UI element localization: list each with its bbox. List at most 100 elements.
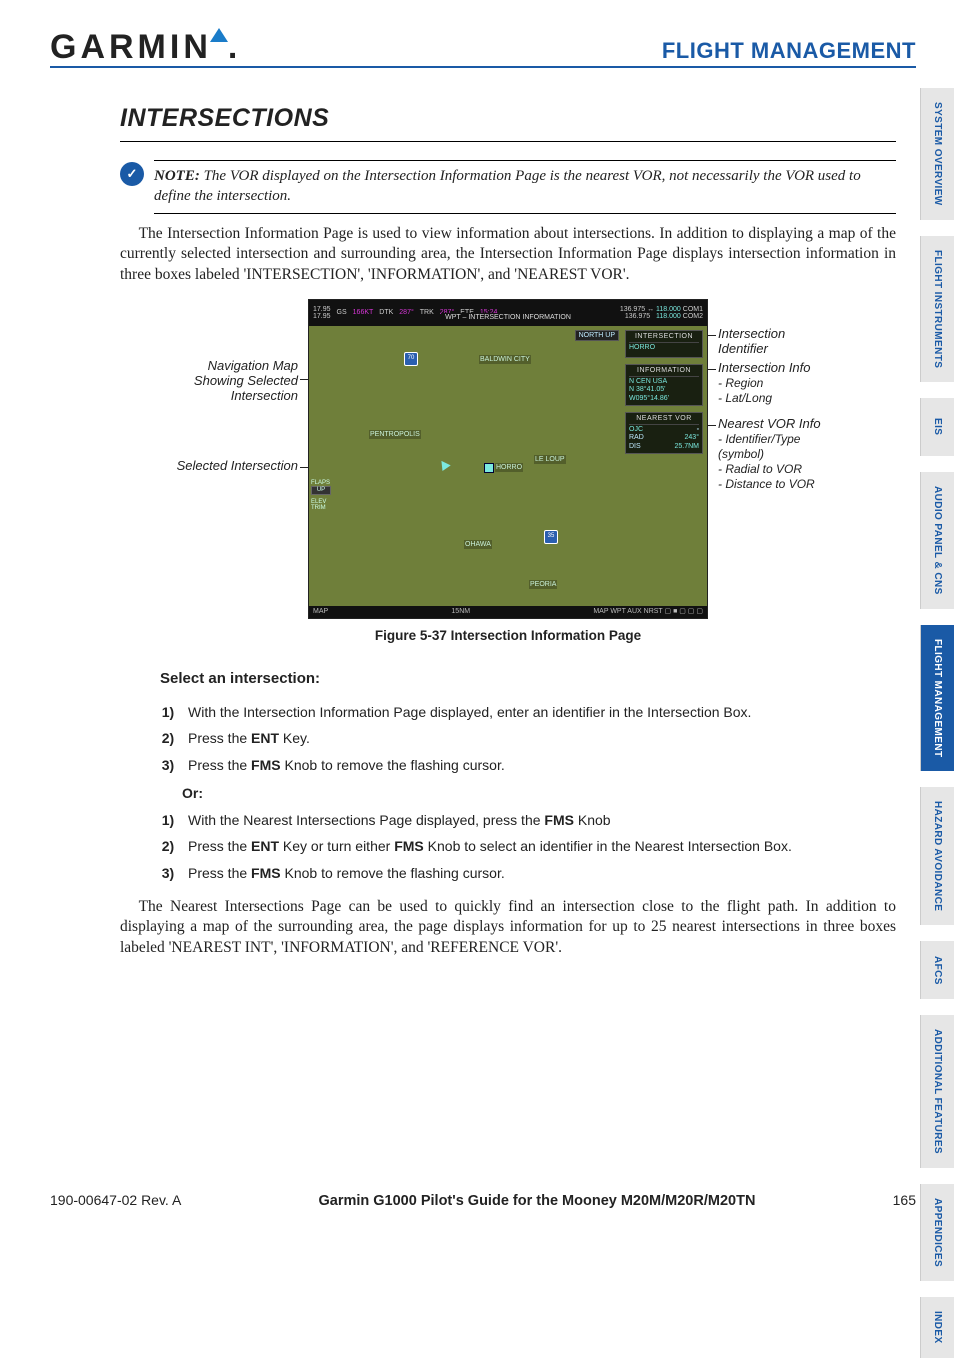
logo-triangle-icon xyxy=(210,28,228,42)
page: GARMIN. FLIGHT MANAGEMENT INTERSECTIONS … xyxy=(0,0,954,1235)
footer-docnum: 190-00647-02 Rev. A xyxy=(50,1192,181,1208)
mfd-screenshot: 17.95 17.95 GS 166KT DTK 287° TRK 287° E… xyxy=(308,299,708,619)
procedure-steps-b: With the Nearest Intersections Page disp… xyxy=(160,807,896,887)
aircraft-icon xyxy=(437,458,450,471)
com1-standby: 118.000 xyxy=(656,306,681,313)
dtk-label: DTK xyxy=(379,308,393,317)
tab-appendices[interactable]: APPENDICES xyxy=(920,1184,954,1281)
panel-vor-rad: 243° xyxy=(685,434,699,443)
step: With the Nearest Intersections Page disp… xyxy=(182,807,896,834)
tab-additional-features[interactable]: ADDITIONAL FEATURES xyxy=(920,1015,954,1168)
step-text: Press the xyxy=(188,865,251,881)
step-text: Knob to remove the flashing cursor. xyxy=(281,757,505,773)
footer: 190-00647-02 Rev. A Garmin G1000 Pilot's… xyxy=(50,1192,916,1209)
step-text: With the Nearest Intersections Page disp… xyxy=(188,812,544,828)
nav-freq-2: 17.95 xyxy=(313,313,331,320)
tab-flight-instruments[interactable]: FLIGHT INSTRUMENTS xyxy=(920,236,954,382)
callout-vor-id: - Identifier/Type (symbol) xyxy=(718,432,800,461)
tab-afcs[interactable]: AFCS xyxy=(920,941,954,999)
com1-label: COM1 xyxy=(683,306,703,313)
panel-intersection-title: INTERSECTION xyxy=(629,333,699,343)
nav-freq-block: 17.95 17.95 xyxy=(313,306,331,321)
tab-system-overview[interactable]: SYSTEM OVERVIEW xyxy=(920,88,954,220)
panel-info-lon: W095°14.86' xyxy=(629,395,699,404)
callout-int-info-region: - Region xyxy=(718,376,763,390)
step: Press the FMS Knob to remove the flashin… xyxy=(182,752,896,779)
step-text: Key. xyxy=(279,730,310,746)
map-label: HORRO xyxy=(495,463,523,472)
panel-nearest-vor: NEAREST VOR OJC▫ RAD243° DIS25.7NM xyxy=(625,412,703,454)
note-body: NOTE: The VOR displayed on the Intersect… xyxy=(154,160,896,214)
waypoint-icon xyxy=(484,463,494,473)
section-rule xyxy=(120,141,896,142)
closing-paragraph: The Nearest Intersections Page can be us… xyxy=(120,897,896,958)
com-freq-block: 136.975 ↔ 118.000 COM1 136.975 118.000 C… xyxy=(620,306,703,321)
map-scale: 15NM xyxy=(451,607,470,616)
note-label: NOTE: xyxy=(154,168,200,184)
step-text: Knob xyxy=(574,812,611,828)
map-label: PENTROPOLIS xyxy=(369,430,421,439)
key-name: FMS xyxy=(394,838,424,854)
panel-vor-dis-label: DIS xyxy=(629,443,641,452)
step: Press the FMS Knob to remove the flashin… xyxy=(182,860,896,887)
mfd-bottombar: MAP 15NM MAP WPT AUX NRST ▢ ■ ▢ ▢ ▢ xyxy=(309,606,707,618)
figure: Navigation Map Showing Selected Intersec… xyxy=(178,299,838,645)
flaps-value: UP xyxy=(311,486,331,494)
step-text: Press the xyxy=(188,838,251,854)
key-name: ENT xyxy=(251,730,279,746)
step-text: Key or turn either xyxy=(279,838,394,854)
intro-paragraph: The Intersection Information Page is use… xyxy=(120,224,896,285)
panel-vor-rad-label: RAD xyxy=(629,434,644,443)
key-name: FMS xyxy=(544,812,574,828)
panel-vor-title: NEAREST VOR xyxy=(629,415,699,425)
note-text: The VOR displayed on the Intersection In… xyxy=(154,168,861,204)
interstate-shield-icon: 35 xyxy=(544,530,558,544)
panel-info-lat: N 38°41.05' xyxy=(629,386,699,395)
step-text: Press the xyxy=(188,757,251,773)
dtk-value: 287° xyxy=(399,308,413,317)
tab-eis[interactable]: EIS xyxy=(920,398,954,456)
interstate-shield-icon: 70 xyxy=(404,352,418,366)
or-separator: Or: xyxy=(182,784,896,802)
step: With the Intersection Information Page d… xyxy=(182,699,896,726)
section-heading: INTERSECTIONS xyxy=(120,102,896,135)
content: INTERSECTIONS ✓ NOTE: The VOR displayed … xyxy=(50,68,896,958)
callout-int-info-title: Intersection Info xyxy=(718,360,811,375)
callout-vor-dist: - Distance to VOR xyxy=(718,477,815,491)
panel-intersection: INTERSECTION HORRO xyxy=(625,330,703,358)
callout-int-id: Intersection Identifier xyxy=(718,327,838,357)
tab-index[interactable]: INDEX xyxy=(920,1297,954,1358)
com1-active: 136.975 xyxy=(620,306,645,313)
callout-int-info: Intersection Info - Region - Lat/Long xyxy=(718,361,811,406)
map-label: OHAWA xyxy=(464,540,492,549)
garmin-logo: GARMIN. xyxy=(50,30,241,64)
callout-vor-info: Nearest VOR Info - Identifier/Type (symb… xyxy=(718,417,838,492)
callout-int-info-latlong: - Lat/Long xyxy=(718,391,772,405)
com2-label: COM2 xyxy=(683,313,703,320)
header-title: FLIGHT MANAGEMENT xyxy=(662,38,916,64)
tab-hazard-avoidance[interactable]: HAZARD AVOIDANCE xyxy=(920,787,954,925)
trim-label: TRIM xyxy=(311,505,331,511)
map-label: BALDWIN CITY xyxy=(479,355,531,364)
header: GARMIN. FLIGHT MANAGEMENT xyxy=(50,30,916,68)
nav-freq-1: 17.95 xyxy=(313,306,331,313)
step-text: Press the xyxy=(188,730,251,746)
panel-intersection-id: HORRO xyxy=(629,344,699,353)
panel-vor-dis: 25.7NM xyxy=(674,443,699,452)
tab-audio-panel[interactable]: AUDIO PANEL & CNS xyxy=(920,472,954,609)
logo-text: GARMIN xyxy=(50,30,212,64)
figure-caption: Figure 5-37 Intersection Information Pag… xyxy=(178,627,838,645)
side-tabs: SYSTEM OVERVIEW FLIGHT INSTRUMENTS EIS A… xyxy=(920,88,954,1358)
footer-pagenum: 165 xyxy=(893,1192,916,1208)
step: Press the ENT Key or turn either FMS Kno… xyxy=(182,833,896,860)
mfd-page-title: WPT – INTERSECTION INFORMATION xyxy=(441,313,575,322)
logo-dot: . xyxy=(228,30,241,64)
note-block: ✓ NOTE: The VOR displayed on the Interse… xyxy=(120,160,896,214)
north-up-badge: NORTH UP xyxy=(575,330,619,341)
callout-vor-title: Nearest VOR Info xyxy=(718,416,821,431)
step-text: Knob to select an identifier in the Near… xyxy=(424,838,792,854)
flaps-label: FLAPS xyxy=(311,480,331,486)
trk-label: TRK xyxy=(420,308,434,317)
tab-flight-management[interactable]: FLIGHT MANAGEMENT xyxy=(920,625,954,771)
softkey-map: MAP xyxy=(313,607,328,616)
